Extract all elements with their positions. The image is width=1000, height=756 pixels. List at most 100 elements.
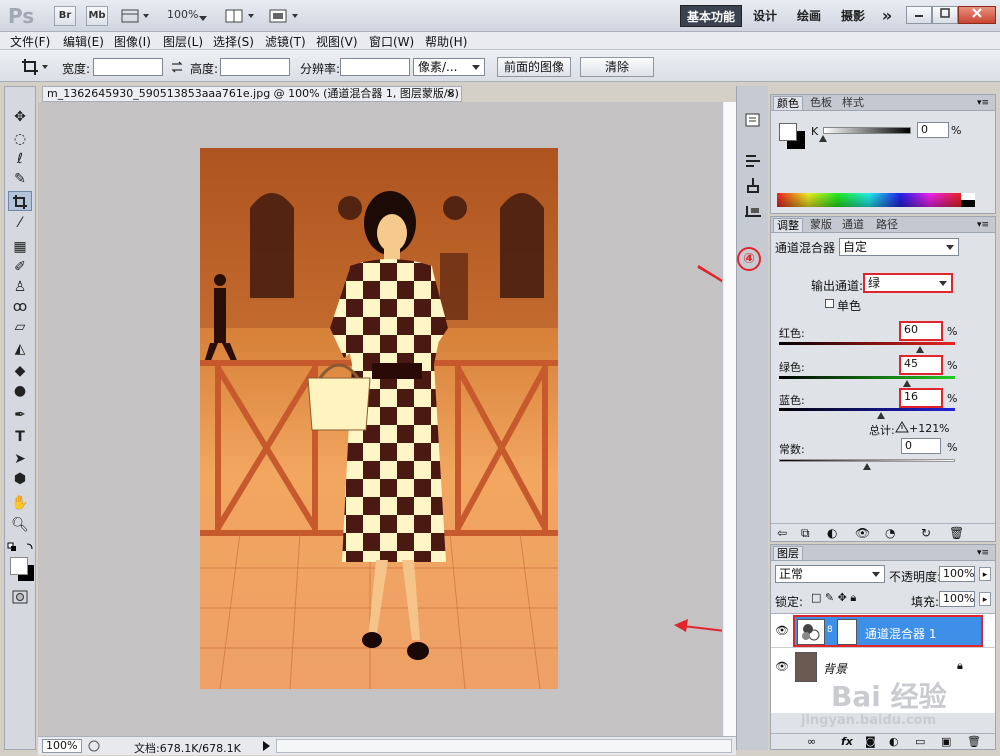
close-button[interactable] [958,6,996,24]
character-panel-icon[interactable] [743,202,763,222]
screen-mode-icon[interactable] [268,7,302,25]
green-slider-thumb[interactable] [902,380,911,387]
path-selection-tool-icon[interactable]: ➤ [8,449,32,469]
back-icon[interactable]: ⇦ [777,526,787,540]
more-workspaces-button[interactable]: » [876,5,898,27]
paint-bucket-tool-icon[interactable]: ◭ [8,339,32,359]
maximize-button[interactable] [932,6,958,24]
resolution-unit-select[interactable]: 像素/... [413,58,485,76]
tab-paths[interactable]: 路径 [873,218,901,232]
k-slider-thumb[interactable] [819,135,827,142]
panel-menu-icon[interactable]: ▾≡ [977,98,989,108]
quick-selection-tool-icon[interactable]: ✎ [8,169,32,189]
vertical-scrollbar[interactable] [722,102,736,736]
menu-layer[interactable]: 图层(L) [163,33,203,50]
menu-filter[interactable]: 滤镜(T) [265,33,306,50]
tab-swatches[interactable]: 色板 [807,96,835,110]
tab-masks[interactable]: 蒙版 [807,218,835,232]
crop-tool-icon[interactable] [8,191,32,211]
history-panel-icon[interactable] [743,110,763,130]
move-tool-icon[interactable]: ✥ [8,107,32,127]
clear-button[interactable]: 清除 [580,57,654,77]
lock-transparency-icon[interactable]: □ [811,591,821,604]
view-extras-icon[interactable] [120,7,152,25]
hand-tool-icon[interactable]: ✋ [8,493,32,513]
blue-slider[interactable] [779,408,955,411]
red-slider[interactable] [779,342,955,345]
black-white-ramp[interactable] [961,193,975,207]
red-value-field[interactable]: 60 [899,321,943,341]
expand-view-icon[interactable]: ⧉ [801,526,810,541]
bridge-button[interactable]: Br [54,6,76,26]
foreground-color-swatch[interactable] [10,557,28,575]
menu-view[interactable]: 视图(V) [316,33,358,50]
panel-menu-icon[interactable]: ▾≡ [977,220,989,230]
green-value-field[interactable]: 45 [899,355,943,375]
opacity-field[interactable]: 100% [939,566,975,582]
height-input[interactable] [220,58,290,76]
horizontal-scrollbar[interactable] [276,739,732,753]
workspace-photography[interactable]: 摄影 [836,5,870,27]
constant-value-field[interactable]: 0 [901,438,941,454]
green-slider[interactable] [779,376,955,379]
chevron-down-icon[interactable] [199,11,207,21]
monochrome-checkbox[interactable] [825,299,834,308]
eyedropper-tool-icon[interactable]: ⁄ [8,213,32,233]
crop-tool-preset-icon[interactable] [20,57,50,77]
canvas-area[interactable] [38,102,722,736]
workspace-design[interactable]: 设计 [748,5,782,27]
lock-position-icon[interactable]: ✥ [838,591,847,604]
color-panel-swatches[interactable] [777,121,807,151]
blue-value-field[interactable]: 16 [899,388,943,408]
lock-all-icon[interactable]: 🔒︎ [850,591,856,604]
tab-color[interactable]: 颜色 [773,96,803,110]
resolution-input[interactable] [340,58,410,76]
default-colors-icon[interactable] [7,542,35,554]
arrange-documents-icon[interactable] [224,7,258,25]
document-tab[interactable]: m_1362645930_590513853aaa761e.jpg @ 100%… [42,86,462,102]
type-tool-icon[interactable]: T [8,427,32,447]
opacity-arrow-icon[interactable]: ▸ [979,567,991,581]
link-layers-icon[interactable]: ∞ [807,735,816,748]
healing-brush-tool-icon[interactable]: ▦ [8,237,32,257]
delete-icon[interactable]: 🗑︎ [949,526,964,540]
layer-row[interactable]: 👁︎ 8 通道混合器 1 [771,614,995,648]
brush-tool-icon[interactable]: ✐ [8,257,32,277]
add-mask-icon[interactable]: ◙ [865,735,876,748]
width-input[interactable] [93,58,163,76]
brush-presets-icon[interactable] [743,150,763,170]
menu-edit[interactable]: 编辑(E) [63,33,104,50]
lasso-tool-icon[interactable]: ℓ [8,149,32,169]
panel-menu-icon[interactable]: ▾≡ [977,548,989,558]
layer-style-icon[interactable]: fx [841,735,853,748]
color-swatches[interactable] [8,555,36,583]
minibridge-button[interactable]: Mb [86,6,108,26]
new-layer-icon[interactable]: ▣ [941,735,951,748]
layer-visibility-eye-icon[interactable]: 👁︎ [775,624,789,637]
fill-field[interactable]: 100% [939,591,975,607]
minimize-button[interactable] [906,6,932,24]
pen-tool-icon[interactable]: ✒ [8,405,32,425]
clone-source-icon[interactable] [743,176,763,196]
clone-stamp-tool-icon[interactable]: ♙ [8,277,32,297]
blur-tool-icon[interactable]: ◆ [8,361,32,381]
tab-styles[interactable]: 样式 [839,96,867,110]
panel-foreground-swatch[interactable] [779,123,797,141]
delete-layer-icon[interactable]: 🗑︎ [967,735,981,748]
color-spectrum-bar[interactable] [777,193,961,207]
tab-channels[interactable]: 通道 [839,218,867,232]
red-slider-thumb[interactable] [915,346,924,353]
history-brush-tool-icon[interactable]: ꝏ [8,297,32,317]
visibility-icon[interactable]: 👁︎ [855,526,870,540]
constant-slider[interactable] [779,459,955,462]
layer-mask-thumbnail[interactable] [837,619,857,645]
eraser-tool-icon[interactable]: ▱ [8,317,32,337]
zoom-level[interactable]: 100% [167,8,198,21]
scroll-thumb[interactable] [724,102,736,736]
status-zoom-field[interactable]: 100% [42,739,82,753]
tab-layers[interactable]: 图层 [773,546,803,560]
menu-image[interactable]: 图像(I) [114,33,151,50]
blend-mode-select[interactable]: 正常 [775,565,885,583]
preset-select[interactable]: 自定 [839,238,959,256]
menu-window[interactable]: 窗口(W) [369,33,414,50]
